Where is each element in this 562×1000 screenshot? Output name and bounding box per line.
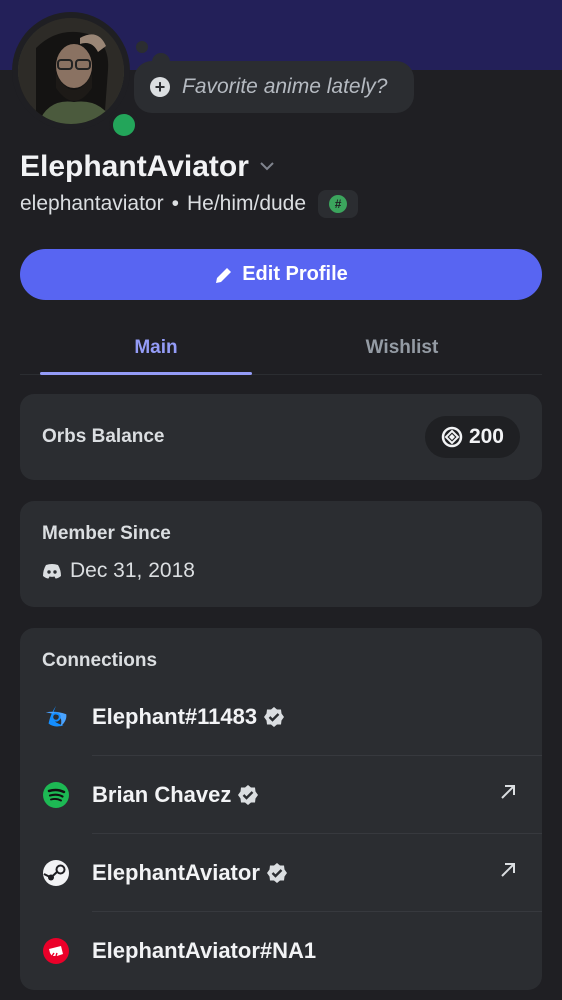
server-tag-badge[interactable]: #	[318, 190, 359, 218]
online-status-indicator	[109, 110, 139, 140]
verified-icon	[237, 784, 259, 806]
connection-row-battlenet[interactable]: Elephant#11483	[20, 678, 542, 755]
connection-row-riot[interactable]: ElephantAviator#NA1	[43, 911, 542, 989]
orbs-balance-card[interactable]: Orbs Balance 200	[20, 394, 542, 480]
status-placeholder: Favorite anime lately?	[182, 75, 388, 98]
member-since-card: Member Since Dec 31, 2018	[20, 501, 542, 607]
connection-name: ElephantAviator	[92, 860, 288, 886]
orbs-balance-pill[interactable]: 200	[424, 416, 520, 458]
steam-icon	[42, 859, 70, 887]
external-link-icon[interactable]	[498, 860, 518, 885]
orbs-balance-value: 200	[468, 425, 504, 448]
thought-bubble-dot	[136, 41, 148, 53]
username: elephantaviator	[20, 192, 164, 215]
avatar[interactable]	[12, 12, 139, 140]
orbs-balance-label: Orbs Balance	[42, 426, 165, 447]
display-name[interactable]: ElephantAviator	[20, 150, 275, 184]
orb-icon	[441, 426, 463, 448]
connection-name: ElephantAviator#NA1	[92, 938, 316, 964]
connection-name: Brian Chavez	[92, 782, 259, 808]
plus-icon: +	[150, 77, 170, 97]
avatar-image	[18, 18, 124, 124]
connection-name-text: ElephantAviator	[92, 859, 260, 885]
connections-label: Connections	[42, 650, 158, 671]
verified-icon	[263, 706, 285, 728]
chevron-down-icon	[259, 158, 275, 176]
edit-profile-button[interactable]: Edit Profile	[20, 249, 542, 300]
tab-wishlist[interactable]: Wishlist	[286, 322, 518, 374]
pronouns: He/him/dude	[186, 192, 307, 215]
connection-name: Elephant#11483	[92, 704, 285, 730]
connection-row-steam[interactable]: ElephantAviator	[43, 833, 542, 911]
connection-row-spotify[interactable]: Brian Chavez	[43, 755, 542, 833]
hash-icon: #	[329, 195, 348, 213]
username-row: elephantaviator • He/him/dude #	[20, 190, 359, 218]
spotify-icon	[42, 781, 70, 809]
battlenet-icon	[42, 703, 70, 731]
connection-name-text: Brian Chavez	[92, 781, 232, 807]
tab-main[interactable]: Main	[40, 322, 272, 375]
custom-status-bubble[interactable]: + Favorite anime lately?	[134, 61, 414, 113]
connection-name-text: ElephantAviator#NA1	[92, 937, 317, 963]
discord-icon	[43, 564, 61, 579]
member-since-date: Dec 31, 2018	[70, 559, 195, 582]
member-since-label: Member Since	[42, 523, 171, 544]
riot-icon	[42, 937, 70, 965]
profile-tabs: Main Wishlist	[20, 322, 542, 375]
separator-dot: •	[171, 192, 179, 215]
external-link-icon[interactable]	[498, 782, 518, 807]
display-name-text: ElephantAviator	[20, 150, 249, 183]
pencil-icon	[216, 267, 232, 283]
edit-profile-label: Edit Profile	[242, 263, 348, 285]
connection-name-text: Elephant#11483	[92, 703, 258, 729]
verified-icon	[266, 862, 288, 884]
connections-card: Connections Elephant#11483 Brian Chavez …	[20, 628, 542, 990]
member-since-row: Dec 31, 2018	[42, 559, 520, 583]
